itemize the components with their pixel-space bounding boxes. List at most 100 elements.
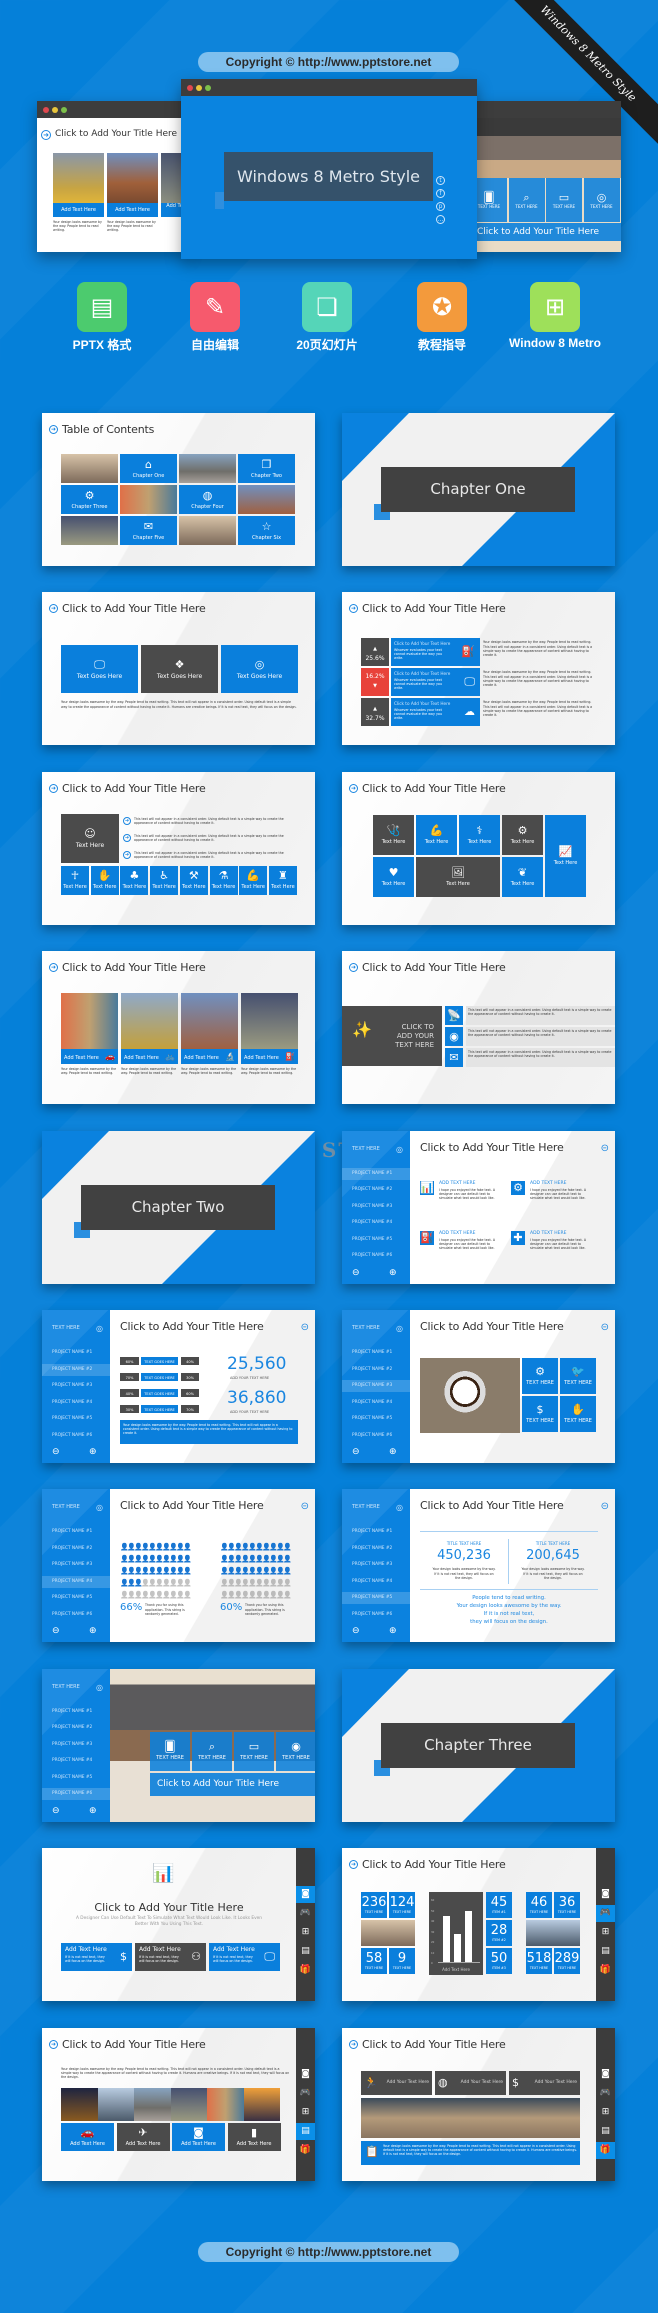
tile[interactable]: ♜ Text Here — [268, 865, 297, 895]
tile[interactable]: ⚙ Text Here — [502, 814, 543, 855]
dock-button-camera[interactable]: ◙ — [596, 1886, 615, 1903]
tile[interactable]: 🐦 TEXT HERE — [560, 1358, 596, 1394]
sidebar-item-project-3[interactable]: PROJECT NAME #3 — [342, 1559, 410, 1571]
tile[interactable]: 289 TEXT HERE — [554, 1948, 580, 1975]
tile[interactable]: ⚒ Text Here — [179, 865, 208, 895]
tile[interactable]: ▮ Add Text Here — [227, 2122, 281, 2151]
sidebar-item-project-3[interactable]: PROJECT NAME #3 — [342, 1380, 410, 1392]
tile[interactable]: TEXT GOES HERE — [141, 1373, 178, 1381]
tile[interactable]: ◎ Text Goes Here — [221, 645, 298, 694]
sidebar-item-project-6[interactable]: PROJECT NAME #6 — [42, 1430, 110, 1442]
dock-button-gift[interactable]: 🎁 — [596, 1962, 615, 1979]
feature-windows-logo[interactable]: ⊞ — [530, 282, 580, 332]
feature-slides-stack[interactable]: ❏ — [302, 282, 352, 332]
dock-button-gift[interactable]: 🎁 — [296, 2142, 315, 2159]
tile[interactable]: 70% — [120, 1373, 139, 1381]
sidebar-item-project-1[interactable]: PROJECT NAME #1 — [42, 1526, 110, 1538]
dock-button-grid-circle[interactable]: ⊞ — [596, 2104, 615, 2121]
sidebar-item-project-3[interactable]: PROJECT NAME #3 — [42, 1559, 110, 1571]
sidebar-item-project-5[interactable]: PROJECT NAME #5 — [42, 1772, 110, 1784]
dock-button-grid-circle[interactable]: ⊞ — [596, 1924, 615, 1941]
slide-16-chapter[interactable]: Chapter Three — [342, 1668, 615, 1822]
dock-button-camera[interactable]: ◙ — [296, 1886, 315, 1904]
tile[interactable]: Add Text Here 🚲 — [121, 1049, 178, 1065]
sidebar-item-project-4[interactable]: PROJECT NAME #4 — [342, 1397, 410, 1409]
copyright-banner-top[interactable]: Copyright © http://www.pptstore.net — [198, 52, 459, 72]
tile[interactable]: ⚙ Chapter Three — [61, 485, 118, 514]
sidebar-item-project-1[interactable]: PROJECT NAME #1 — [42, 1347, 110, 1359]
tile[interactable]: 36 TEXT HERE — [554, 1892, 580, 1919]
sidebar-item-project-6[interactable]: PROJECT NAME #6 — [342, 1609, 410, 1621]
sidebar-item-project-6[interactable]: PROJECT NAME #6 — [42, 1788, 110, 1801]
tile[interactable]: TEXT GOES HERE — [141, 1389, 178, 1397]
sidebar-item-project-3[interactable]: PROJECT NAME #3 — [342, 1201, 410, 1213]
tile[interactable]: ✋ TEXT HERE — [560, 1396, 596, 1432]
sidebar-item-project-5[interactable]: PROJECT NAME #5 — [42, 1592, 110, 1604]
tile[interactable]: ✉ — [445, 1048, 463, 1068]
tile[interactable]: 58 TEXT HERE — [361, 1948, 387, 1975]
sidebar-item-project-3[interactable]: PROJECT NAME #3 — [42, 1739, 110, 1751]
feature-tile[interactable]: Add Text Here If it is not real text, the… — [135, 1943, 206, 1972]
sidebar-item-project-2[interactable]: PROJECT NAME #2 — [342, 1543, 410, 1555]
tile[interactable]: 🚗 Add Text Here — [61, 2122, 114, 2151]
slide-15-sb-desk[interactable]: TEXT HERE ◎ PROJECT NAME #1 PROJECT NAME #2… — [42, 1668, 315, 1822]
tile[interactable]: 📈 Text Here — [545, 814, 586, 897]
tile[interactable]: ⌕ TEXT HERE — [192, 1731, 232, 1771]
dock-button-clapperboard[interactable]: ▤ — [296, 2122, 315, 2140]
dock-button-gamepad[interactable]: 🎮 — [296, 2085, 315, 2102]
tile[interactable]: 40% — [181, 1357, 199, 1365]
sidebar-item-project-5[interactable]: PROJECT NAME #5 — [42, 1413, 110, 1425]
tile[interactable]: 🖵 Text Goes Here — [61, 645, 138, 694]
tile[interactable]: 30% — [181, 1373, 199, 1381]
sidebar-item-project-1[interactable]: PROJECT NAME #1 — [42, 1706, 110, 1718]
sidebar-item-project-2[interactable]: PROJECT NAME #2 — [42, 1543, 110, 1555]
dock-button-gamepad[interactable]: 🎮 — [596, 2085, 615, 2102]
feature-pptx-file[interactable]: ▤ — [77, 282, 127, 332]
tile[interactable]: 🖼 Text Here — [416, 856, 500, 897]
sidebar-item-project-1[interactable]: PROJECT NAME #1 — [342, 1526, 410, 1538]
tile[interactable]: ⚕ Text Here — [459, 814, 500, 855]
tile[interactable]: ⚙ — [511, 1180, 525, 1195]
tile[interactable]: ❦ Text Here — [502, 856, 543, 897]
sidebar-item-project-6[interactable]: PROJECT NAME #6 — [342, 1250, 410, 1262]
feature-pen-tool[interactable]: ✎ — [190, 282, 240, 332]
tile[interactable]: 9 TEXT HERE — [389, 1948, 415, 1975]
dock-button-gift[interactable]: 🎁 — [596, 2141, 615, 2159]
tile[interactable]: $ Add Your Text Here — [509, 2070, 580, 2095]
sidebar-item-project-1[interactable]: PROJECT NAME #1 — [342, 1167, 410, 1180]
tile[interactable]: ♣ Text Here — [120, 865, 149, 895]
tile[interactable]: ▭ TEXT HERE — [234, 1731, 274, 1771]
sidebar-item-project-2[interactable]: PROJECT NAME #2 — [42, 1363, 110, 1376]
tile[interactable]: ♥ Text Here — [373, 856, 414, 897]
tile[interactable]: ✈ Add Text Here — [116, 2122, 170, 2151]
tile[interactable]: $ TEXT HERE — [522, 1396, 558, 1432]
sidebar-item-project-4[interactable]: PROJECT NAME #4 — [42, 1397, 110, 1409]
sidebar-item-project-2[interactable]: PROJECT NAME #2 — [342, 1364, 410, 1376]
tile[interactable]: Add Text Here 🚗 — [61, 1049, 118, 1065]
feature-tile[interactable]: Add Text Here If it is not real text, the… — [61, 1943, 132, 1972]
tile[interactable]: ☆ Chapter Six — [238, 516, 295, 545]
tile[interactable]: ❐ Chapter Two — [238, 454, 295, 483]
slide-8-cta[interactable]: ➜ Click to Add Your Title Here ✨ CLICK TO A… — [342, 951, 615, 1105]
dock-button-grid-circle[interactable]: ⊞ — [296, 2104, 315, 2121]
sidebar-item-project-4[interactable]: PROJECT NAME #4 — [342, 1576, 410, 1588]
dock-button-gift[interactable]: 🎁 — [296, 1962, 315, 1979]
dock-button-camera[interactable]: ◙ — [596, 2066, 615, 2083]
tile[interactable]: 124 TEXT HERE — [389, 1892, 415, 1919]
tile[interactable]: ✚ — [511, 1230, 525, 1245]
sidebar-item-project-5[interactable]: PROJECT NAME #5 — [342, 1413, 410, 1425]
slide-5-brain[interactable]: ➜ Click to Add Your Title Here ☺ Text Here ➜… — [42, 771, 315, 925]
tile[interactable]: 💪 Text Here — [416, 814, 457, 855]
sidebar-item-project-4[interactable]: PROJECT NAME #4 — [42, 1755, 110, 1767]
dock-button-gamepad[interactable]: 🎮 — [296, 1905, 315, 1922]
tile[interactable]: 60% — [181, 1389, 199, 1397]
sidebar-item-project-3[interactable]: PROJECT NAME #3 — [42, 1380, 110, 1392]
tile[interactable]: 40% — [120, 1389, 139, 1397]
tile[interactable]: TEXT GOES HERE — [141, 1405, 178, 1413]
slide-14-sb-numbers[interactable]: TEXT HERE ◎ PROJECT NAME #1 PROJECT NAME #2… — [342, 1489, 615, 1643]
tile[interactable]: ◍ Add Your Text Here — [435, 2070, 506, 2095]
slide-7-photos[interactable]: ➜ Click to Add Your Title Here Add Text He… — [42, 951, 315, 1105]
dock-button-clapperboard[interactable]: ▤ — [596, 2123, 615, 2140]
slide-17-dock-intro[interactable]: ◙ 🎮 ⊞ ▤ 🎁 📊 Click to Add Your Title Here A Desi… — [42, 1848, 315, 2002]
tile[interactable]: 📊 — [420, 1180, 434, 1195]
